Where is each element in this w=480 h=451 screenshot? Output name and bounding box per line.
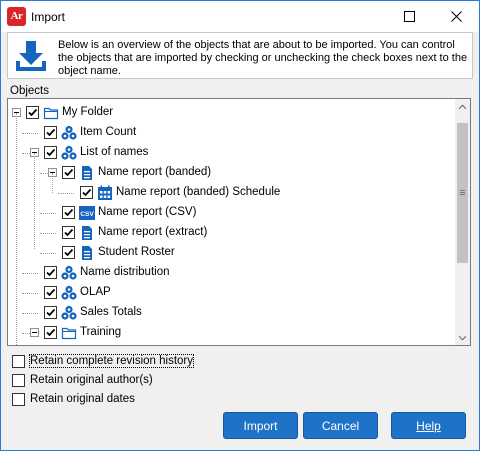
tree-item-checkbox[interactable]	[44, 266, 57, 279]
svg-text:CSV: CSV	[80, 211, 94, 218]
tree-row[interactable]: Student Roster	[8, 243, 453, 263]
folder-icon	[43, 105, 59, 121]
tree-item-checkbox[interactable]	[44, 126, 57, 139]
tree-connector	[22, 273, 38, 274]
objects-label: Objects	[10, 85, 49, 97]
scroll-up-button[interactable]	[455, 99, 470, 114]
tree-guide-line	[52, 173, 53, 193]
retain-revision-history-label: Retain complete revision history	[29, 354, 194, 368]
tree-item-checkbox[interactable]	[62, 166, 75, 179]
cube-group-icon	[61, 285, 77, 301]
tree-item-label: Name report (banded) Schedule	[116, 186, 281, 198]
help-button[interactable]: Help	[391, 412, 466, 439]
tree-item-label: Training	[80, 326, 122, 338]
cube-group-icon	[61, 265, 77, 281]
retain-author-checkbox[interactable]: Retain original author(s)	[12, 372, 153, 388]
tree-item-label: Item Count	[80, 126, 137, 138]
tree-item-label: Name report (extract)	[98, 226, 208, 238]
tree-item-label: Name report (banded)	[98, 166, 212, 178]
tree-item-label: My Folder	[62, 106, 114, 118]
tree-connector	[40, 233, 56, 234]
tree-item-checkbox[interactable]	[26, 106, 39, 119]
window-title: Import	[31, 10, 66, 24]
tree-row[interactable]: Item Count	[8, 123, 453, 143]
tree-guide-line	[34, 153, 35, 249]
tree-item-label: Student Roster	[98, 246, 175, 258]
tree-item-checkbox[interactable]	[44, 146, 57, 159]
tree-row[interactable]: Name report (banded) Schedule	[8, 183, 453, 203]
folder-icon	[61, 325, 77, 341]
close-button[interactable]	[433, 1, 479, 32]
checkbox-box[interactable]	[12, 354, 25, 368]
tree-item-label: Sales Totals	[80, 306, 142, 318]
scroll-grip-icon	[460, 190, 465, 195]
tree-item-checkbox[interactable]	[62, 206, 75, 219]
tree-item-label: List of names	[80, 146, 149, 158]
tree-row[interactable]: Name report (banded)	[8, 163, 453, 183]
retain-author-label: Retain original author(s)	[30, 374, 153, 386]
report-icon	[79, 245, 95, 261]
app-logo-icon: Ar	[7, 7, 26, 26]
tree-connector	[40, 253, 56, 254]
maximize-icon	[403, 11, 415, 22]
tree-row[interactable]: OLAP	[8, 283, 453, 303]
checkbox-box[interactable]	[12, 373, 25, 387]
tree-item-checkbox[interactable]	[44, 286, 57, 299]
calendar-icon	[97, 185, 113, 201]
maximize-button[interactable]	[386, 1, 432, 32]
retain-dates-label: Retain original dates	[30, 393, 135, 405]
tree-row[interactable]: Training	[8, 323, 453, 343]
cancel-button[interactable]: Cancel	[303, 412, 378, 439]
chevron-down-icon	[459, 335, 466, 340]
import-button[interactable]: Import	[223, 412, 298, 439]
retain-revision-history-checkbox[interactable]: Retain complete revision history	[12, 353, 194, 369]
checkbox-box[interactable]	[12, 392, 25, 406]
tree-item-label: OLAP	[80, 286, 111, 298]
cube-group-icon	[61, 125, 77, 141]
retain-dates-checkbox[interactable]: Retain original dates	[12, 391, 135, 407]
tree-item-checkbox[interactable]	[62, 226, 75, 239]
close-icon	[450, 11, 462, 22]
tree-row[interactable]: CSV Name report (CSV)	[8, 203, 453, 223]
scroll-down-button[interactable]	[455, 330, 470, 345]
tree-row[interactable]: My Folder	[8, 103, 453, 123]
download-icon	[16, 41, 46, 71]
tree-row[interactable]: Name report (extract)	[8, 223, 453, 243]
tree-connector	[22, 133, 38, 134]
tree-guide-line	[16, 113, 17, 345]
tree-item-label: Name distribution	[80, 266, 170, 278]
tree-connector	[22, 313, 38, 314]
tree-scrollbar[interactable]	[455, 99, 470, 345]
tree-connector	[22, 293, 38, 294]
cube-group-icon	[61, 145, 77, 161]
import-dialog: Ar Import Below is an overview of the ob…	[0, 0, 480, 451]
tree-row[interactable]: Name distribution	[8, 263, 453, 283]
tree-item-checkbox[interactable]	[62, 246, 75, 259]
report-icon	[79, 165, 95, 181]
scroll-thumb[interactable]	[457, 123, 468, 263]
tree-item-checkbox[interactable]	[44, 326, 57, 339]
tree-content: My Folder Item Count List of names Name rep…	[8, 99, 455, 345]
title-bar: Ar Import	[1, 1, 479, 32]
objects-tree[interactable]: My Folder Item Count List of names Name rep…	[7, 98, 471, 346]
report-icon	[79, 225, 95, 241]
info-panel: Below is an overview of the objects that…	[7, 32, 473, 79]
tree-connector	[58, 193, 74, 194]
info-text: Below is an overview of the objects that…	[58, 39, 468, 77]
tree-item-checkbox[interactable]	[80, 186, 93, 199]
cube-group-icon	[61, 305, 77, 321]
tree-row[interactable]: List of names	[8, 143, 453, 163]
tree-row[interactable]: Sales Totals	[8, 303, 453, 323]
collapse-toggle-icon[interactable]	[30, 328, 39, 337]
tree-item-label: Name report (CSV)	[98, 206, 197, 218]
tree-item-checkbox[interactable]	[44, 306, 57, 319]
csv-icon: CSV	[79, 205, 95, 221]
chevron-up-icon	[459, 104, 466, 109]
tree-connector	[40, 213, 56, 214]
